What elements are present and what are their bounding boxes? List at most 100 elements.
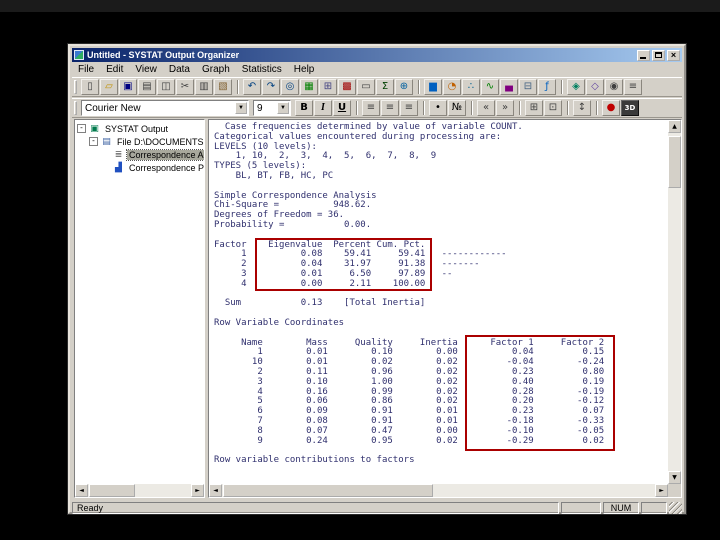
scroll-down-icon: ▼ [672,474,677,481]
underline-button[interactable]: U [333,100,351,116]
tree-item-correspondence-ana[interactable]: ≣Correspondence Ana [75,148,204,161]
graph-gallery-button[interactable]: ▩ [338,79,356,95]
save-button[interactable]: ▣ [119,79,137,95]
decrease-indent-button[interactable]: « [477,100,495,116]
statistics-button[interactable]: Σ [376,79,394,95]
tree-horizontal-scrollbar[interactable]: ◄ ► [75,484,204,497]
caption-buttons: × [637,49,680,61]
toolbar-separator [519,101,521,115]
tree-item-file-d-documents-an[interactable]: -▤ File D:\DOCUMENTS AN [75,135,204,148]
font-size-select[interactable]: 9 ▼ [253,100,291,116]
paste-button[interactable]: ▧ [214,79,232,95]
pie-chart-button[interactable]: ◔ [443,79,461,95]
italic-button[interactable]: I [314,100,332,116]
close-icon: × [670,49,677,60]
find-button[interactable]: ◎ [281,79,299,95]
output-text-region[interactable]: Case frequencies determined by value of … [209,120,668,484]
tree-expander-icon[interactable]: - [89,137,98,146]
menu-file[interactable]: File [72,63,100,76]
standard-toolbar: ▯ ▱ ▣ ▤ ◫ ✂ ▥ ▧ ↶ ↷ ◎ ▦ ⊞ ▩ ▭ Σ ⊕ ▆ ◔ ∴ ∿ ▄ ⊟ ƒ ◈ ◇ ◉ ≡ [72,77,682,97]
align-left-icon: ≡ [366,102,376,113]
align-center-button[interactable]: ≡ [381,100,399,116]
scroll-right-button[interactable]: ► [655,484,668,497]
sort-button[interactable]: ↕ [573,100,591,116]
maximize-button[interactable] [652,49,665,61]
redo-icon: ↷ [266,81,276,92]
zoom-button[interactable]: ◉ [605,79,623,95]
insert-table-button[interactable]: ⊞ [525,100,543,116]
menu-view[interactable]: View [129,63,163,76]
menu-edit[interactable]: Edit [100,63,129,76]
cut-button[interactable]: ✂ [176,79,194,95]
toolbar-grip[interactable] [74,101,77,115]
tree-expander-icon[interactable]: - [77,124,86,133]
scroll-left-button[interactable]: ◄ [209,484,222,497]
scrollbar-thumb[interactable] [89,484,135,497]
histogram-button[interactable]: ▄ [500,79,518,95]
output-organizer-button[interactable]: ▦ [300,79,318,95]
bold-button[interactable]: B [295,100,313,116]
scrollbar-thumb[interactable] [668,136,681,188]
increase-indent-button[interactable]: » [496,100,514,116]
scroll-up-button[interactable]: ▲ [668,120,681,133]
scrollbar-track[interactable] [222,484,655,497]
graph-3d-button[interactable]: 3D [621,100,639,116]
tree-item-correspondence-plo[interactable]: ▟ Correspondence Plo [75,161,204,174]
web-button[interactable]: ⊕ [395,79,413,95]
dialog-recall-button[interactable]: ▭ [357,79,375,95]
page-margins-button[interactable]: ⊡ [544,100,562,116]
menu-help[interactable]: Help [288,63,321,76]
redo-button[interactable]: ↷ [262,79,280,95]
close-button[interactable]: × [667,49,680,61]
box-plot-button[interactable]: ⊟ [519,79,537,95]
undo-button[interactable]: ↶ [243,79,261,95]
tree-item-label: File D:\DOCUMENTS AN [117,136,204,147]
numbered-list-button[interactable]: № [448,100,466,116]
options-button[interactable]: ≡ [624,79,642,95]
scroll-left-icon: ◄ [79,487,84,494]
output-vertical-scrollbar[interactable]: ▲ ▼ [668,120,681,484]
resize-grip[interactable] [669,502,682,514]
scroll-left-button[interactable]: ◄ [75,484,88,497]
menu-bar: File Edit View Data Graph Statistics Help [72,63,682,76]
bar-chart-button[interactable]: ▆ [424,79,442,95]
status-bar: Ready NUM [72,501,682,514]
title-bar[interactable]: Untitled - SYSTAT Output Organizer × [72,48,682,62]
size-combo-arrow-button[interactable]: ▼ [277,102,289,114]
menu-graph[interactable]: Graph [196,63,236,76]
print-button[interactable]: ▤ [138,79,156,95]
output-horizontal-scrollbar[interactable]: ◄ ► [209,484,668,497]
toolbar-separator [356,101,358,115]
scrollbar-thumb[interactable] [223,484,433,497]
toolbar-grip[interactable] [74,80,77,94]
minimize-button[interactable] [637,49,650,61]
main-area: -▣SYSTAT Output-▤File D:\DOCUMENTS AN≣Co… [72,118,682,499]
rotate-3d-button[interactable]: ◇ [586,79,604,95]
record-script-button[interactable]: ● [602,100,620,116]
map-button[interactable]: ◈ [567,79,585,95]
scroll-down-button[interactable]: ▼ [668,471,681,484]
open-button[interactable]: ▱ [100,79,118,95]
undo-icon: ↶ [247,81,257,92]
font-name-value: Courier New [85,102,141,114]
data-editor-button[interactable]: ⊞ [319,79,337,95]
line-chart-button[interactable]: ∿ [481,79,499,95]
menu-statistics[interactable]: Statistics [236,63,288,76]
toolbar-separator [418,80,420,94]
align-right-button[interactable]: ≡ [400,100,418,116]
font-combo-arrow-button[interactable]: ▼ [235,102,247,114]
menu-data[interactable]: Data [163,63,196,76]
scrollbar-track[interactable] [668,133,681,471]
scatter-plot-button[interactable]: ∴ [462,79,480,95]
align-left-button[interactable]: ≡ [362,100,380,116]
font-name-select[interactable]: Courier New ▼ [81,100,249,116]
bullet-list-button[interactable]: • [429,100,447,116]
tree-item-systat-output[interactable]: - ▣ SYSTAT Output [75,122,204,135]
function-plot-button[interactable]: ƒ [538,79,556,95]
print-preview-button[interactable]: ◫ [157,79,175,95]
cut-icon: ✂ [180,81,190,92]
copy-button[interactable]: ▥ [195,79,213,95]
scrollbar-track[interactable] [88,484,191,497]
new-button[interactable]: ▯ [81,79,99,95]
scroll-right-button[interactable]: ► [191,484,204,497]
